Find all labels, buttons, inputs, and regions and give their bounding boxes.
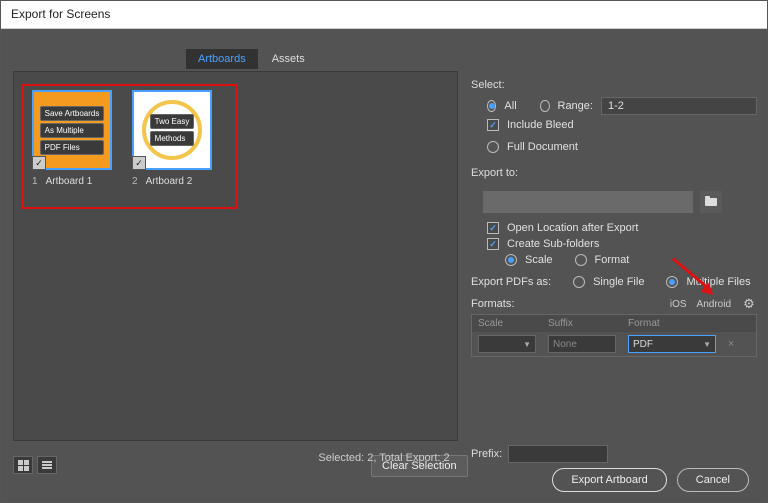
- pdf-multiple-radio[interactable]: [666, 276, 678, 288]
- col-scale-header: Scale: [472, 315, 542, 332]
- android-preset-button[interactable]: Android: [697, 299, 731, 310]
- formats-table: Scale Suffix Format ▼ None PDF▼ ×: [471, 314, 757, 357]
- artboards-panel: Save Artboards As Multiple PDF Files ✓ 1…: [13, 71, 458, 441]
- create-subfolders-checkbox[interactable]: [487, 238, 499, 250]
- thumb-text: As Multiple: [40, 123, 105, 138]
- subfolder-format-radio[interactable]: [575, 254, 587, 266]
- formats-label: Formats:: [471, 298, 514, 310]
- select-all-radio[interactable]: [487, 100, 496, 112]
- pdf-single-label: Single File: [593, 276, 644, 288]
- thumb-text: Two Easy: [150, 114, 195, 129]
- tab-assets[interactable]: Assets: [260, 49, 317, 69]
- col-suffix-header: Suffix: [542, 315, 622, 332]
- artboard-thumbnail[interactable]: Two Easy Methods ✓: [132, 90, 212, 170]
- format-combo[interactable]: PDF▼: [628, 335, 716, 353]
- gear-icon: ⚙: [743, 296, 755, 312]
- annotation-arrow: [661, 289, 711, 292]
- thumb-text: PDF Files: [40, 140, 105, 155]
- artboard-checkbox[interactable]: ✓: [132, 156, 146, 170]
- subfolder-format-label: Format: [595, 254, 630, 266]
- pdf-single-radio[interactable]: [573, 276, 585, 288]
- export-for-screens-dialog: Export for Screens Artboards Assets Save…: [0, 0, 768, 503]
- browse-folder-button[interactable]: [700, 191, 722, 213]
- tab-bar: Artboards Assets: [186, 49, 317, 69]
- select-range-radio[interactable]: [540, 100, 549, 112]
- full-document-radio[interactable]: [487, 141, 499, 153]
- include-bleed-label: Include Bleed: [507, 119, 574, 131]
- subfolder-scale-radio[interactable]: [505, 254, 517, 266]
- status-text: Selected: 2, Total Export: 2: [1, 452, 767, 464]
- open-location-checkbox[interactable]: [487, 222, 499, 234]
- tab-artboards[interactable]: Artboards: [186, 49, 258, 69]
- range-input[interactable]: [601, 97, 757, 115]
- suffix-input[interactable]: None: [548, 335, 616, 353]
- select-label: Select:: [471, 79, 757, 91]
- subfolder-scale-label: Scale: [525, 254, 553, 266]
- export-path-field[interactable]: [483, 191, 693, 213]
- create-subfolders-label: Create Sub-folders: [507, 238, 599, 250]
- scale-combo[interactable]: ▼: [478, 335, 536, 353]
- folder-icon: [705, 198, 717, 206]
- col-format-header: Format: [622, 315, 722, 332]
- chevron-down-icon: ▼: [703, 340, 711, 349]
- export-pdfs-label: Export PDFs as:: [471, 276, 551, 288]
- export-to-label: Export to:: [471, 167, 757, 179]
- include-bleed-checkbox[interactable]: [487, 119, 499, 131]
- thumb-text: Methods: [150, 131, 195, 146]
- artboard-thumbnail[interactable]: Save Artboards As Multiple PDF Files ✓: [32, 90, 112, 170]
- select-all-label: All: [504, 100, 516, 112]
- cancel-button[interactable]: Cancel: [677, 468, 749, 492]
- select-range-label: Range:: [558, 100, 593, 112]
- export-artboard-button[interactable]: Export Artboard: [552, 468, 666, 492]
- dialog-title: Export for Screens: [1, 1, 767, 29]
- formats-settings-button[interactable]: ⚙: [741, 296, 757, 312]
- artboard-checkbox[interactable]: ✓: [32, 156, 46, 170]
- thumb-text: Save Artboards: [40, 106, 105, 121]
- full-document-label: Full Document: [507, 141, 578, 153]
- open-location-label: Open Location after Export: [507, 222, 638, 234]
- chevron-down-icon: ▼: [523, 340, 531, 349]
- ios-preset-button[interactable]: iOS: [670, 299, 687, 310]
- remove-row-button[interactable]: ×: [728, 338, 734, 350]
